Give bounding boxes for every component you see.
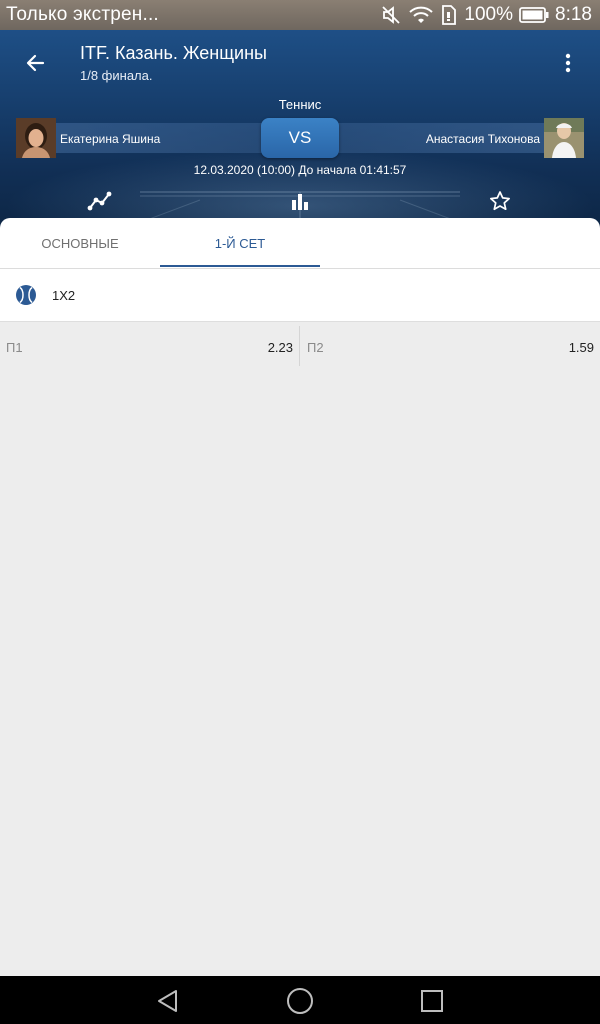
back-arrow-icon [26,54,45,72]
odd-divider [299,326,300,366]
chart-button[interactable] [85,188,115,214]
odd-value: 2.23 [267,340,293,355]
match-datetime: 12.03.2020 (10:00) До начала 01:41:57 [193,163,407,177]
market-title: 1X2 [52,288,76,303]
player-right-name[interactable]: Анастасия Тихонова [426,132,540,146]
odds-row: П1 2.23 П2 1.59 [0,322,600,366]
player-left-avatar[interactable] [16,118,56,158]
system-nav-bar [0,976,600,1024]
vs-badge: VS [261,118,339,158]
player-left-name[interactable]: Екатерина Яшина [60,132,160,146]
stats-bars-icon [292,194,308,210]
nav-back-button[interactable] [153,986,183,1016]
odd-button-p2[interactable]: П2 1.59 [301,322,600,366]
odd-label: П2 [307,340,324,355]
nav-recents-icon [421,990,443,1012]
odd-label: П1 [6,340,23,355]
page-title: ITF. Казань. Женщины [80,43,267,63]
tennis-ball-icon [16,285,36,305]
nav-recents-button[interactable] [417,986,447,1016]
more-options-button[interactable] [554,48,582,78]
nav-home-icon [287,988,313,1014]
market-header[interactable]: 1X2 [0,269,600,322]
wifi-icon [408,4,434,26]
battery-icon [519,6,549,24]
status-bar: Только экстрен... 100% 8:18 [0,0,600,30]
clock: 8:18 [555,4,592,25]
active-tab-indicator [160,265,320,267]
page-subtitle: 1/8 финала. [80,68,153,83]
mute-icon [380,4,402,26]
statistics-button[interactable] [285,188,315,214]
nav-back-icon [158,990,177,1012]
battery-text: 100% [464,4,514,25]
tab-main[interactable]: ОСНОВНЫЕ [0,218,160,268]
chart-line-icon [87,191,112,211]
status-icons: 100% 8:18 [380,3,592,27]
sport-label: Теннис [278,97,322,112]
favorite-button[interactable] [485,188,515,214]
back-button[interactable] [18,46,52,80]
nav-home-button[interactable] [285,986,315,1016]
odd-value: 1.59 [568,340,594,355]
odd-button-p1[interactable]: П1 2.23 [0,322,299,366]
sim-icon [440,4,458,26]
star-icon [490,191,510,211]
player-right-avatar[interactable] [544,118,584,158]
notification-text: Только экстрен... [6,4,159,25]
tab-first-set[interactable]: 1-Й СЕТ [160,218,320,268]
more-vert-icon [565,53,571,73]
match-header: ITF. Казань. Женщины 1/8 финала. Теннис … [0,30,600,230]
market-tabs: ОСНОВНЫЕ 1-Й СЕТ [0,218,600,269]
